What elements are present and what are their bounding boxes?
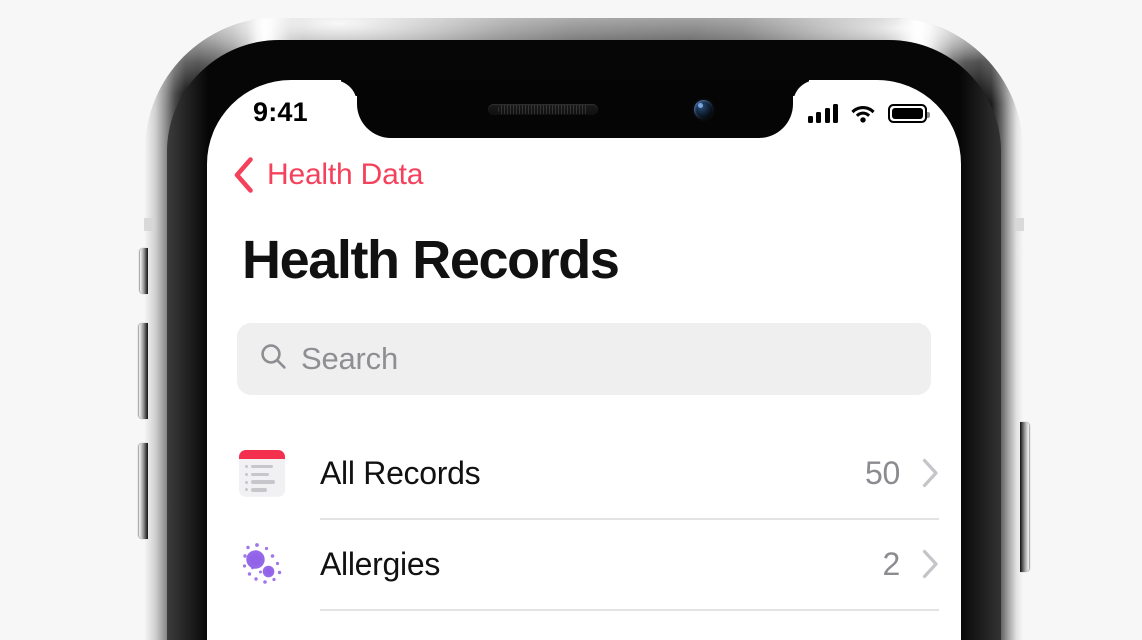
cellular-signal-icon	[807, 103, 838, 123]
page-title: Health Records	[242, 230, 620, 290]
status-bar: 9:41	[207, 80, 961, 138]
screenshot-stage: 9:41 Health Data Health Records Search A…	[0, 0, 1142, 640]
power-button[interactable]	[1020, 422, 1029, 572]
antenna-band-right	[1015, 218, 1024, 231]
list-divider	[320, 608, 939, 611]
list-item-all-records[interactable]: All Records 50	[229, 429, 939, 518]
antenna-band-left	[144, 218, 153, 231]
list-item-label: All Records	[320, 454, 481, 491]
mute-switch[interactable]	[140, 248, 148, 294]
status-bar-indicators	[807, 103, 930, 123]
list-item-allergies[interactable]: Allergies 2	[229, 520, 939, 609]
search-icon	[259, 342, 287, 375]
list-item-count: 2	[882, 545, 901, 582]
chevron-left-icon	[233, 157, 254, 193]
status-bar-clock: 9:41	[253, 96, 308, 127]
records-list: All Records 50 Allergies 2	[229, 395, 939, 611]
volume-up-button[interactable]	[139, 323, 148, 419]
chevron-right-icon	[922, 458, 939, 488]
iphone-device-frame: 9:41 Health Data Health Records Search A…	[139, 18, 1029, 640]
all-records-icon	[239, 450, 285, 497]
back-button-label: Health Data	[267, 157, 424, 191]
allergies-icon	[239, 541, 285, 587]
volume-down-button[interactable]	[139, 443, 148, 539]
screen-content: Health Data Health Records Search All Re…	[207, 138, 961, 611]
back-button[interactable]: Health Data	[229, 138, 939, 212]
list-item-count: 50	[865, 454, 900, 491]
search-input-placeholder: Search	[301, 340, 399, 376]
chevron-right-icon	[922, 549, 939, 579]
phone-screen: 9:41 Health Data Health Records Search A…	[207, 80, 961, 640]
battery-icon	[888, 104, 930, 123]
list-item-label: Allergies	[320, 545, 441, 582]
wifi-icon	[850, 103, 876, 123]
search-section: Search	[229, 289, 939, 395]
search-field[interactable]: Search	[237, 322, 931, 395]
